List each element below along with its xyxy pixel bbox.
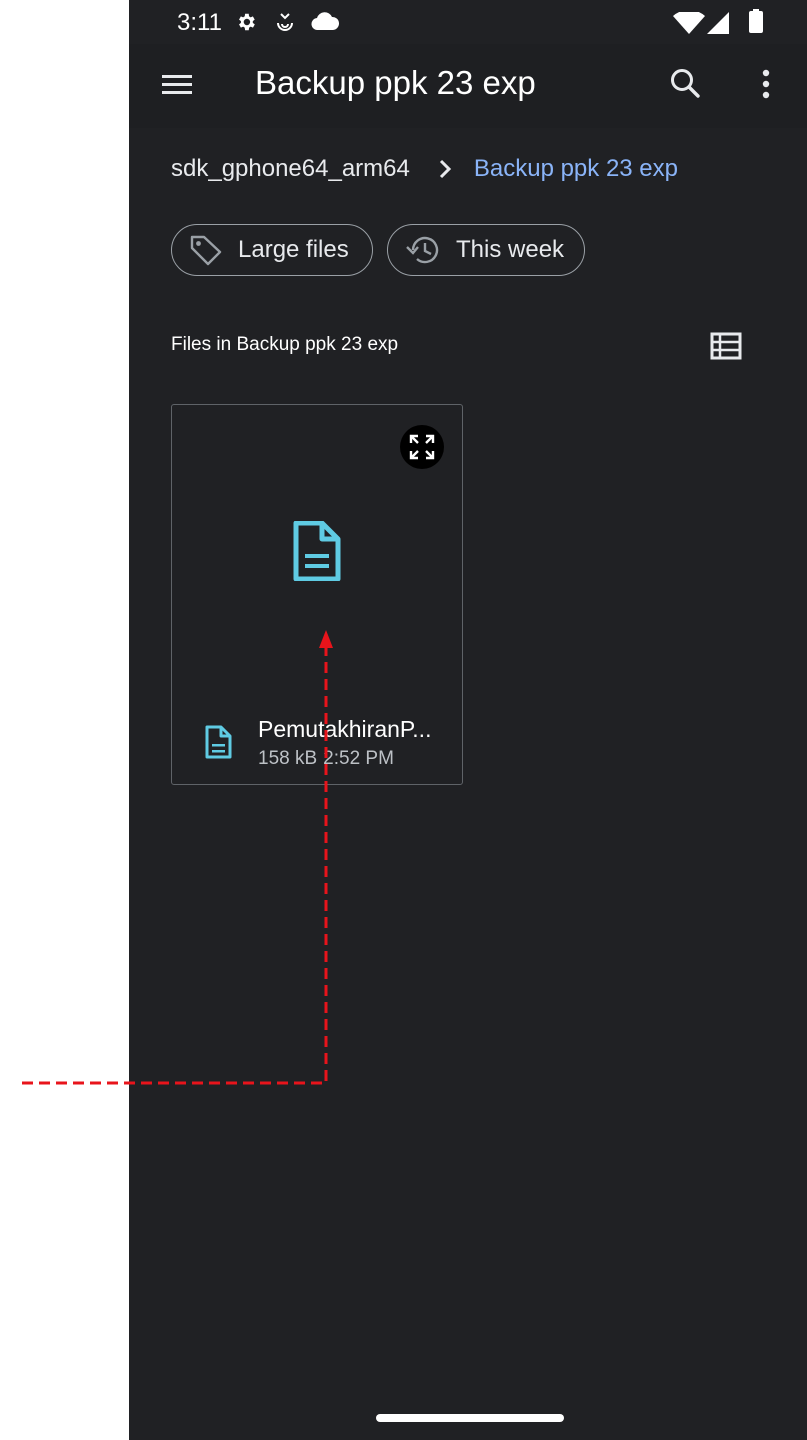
app-bar: Backup ppk 23 exp: [129, 44, 807, 128]
cellular-icon: [707, 12, 729, 34]
breadcrumb: sdk_gphone64_arm64 Backup ppk 23 exp: [171, 152, 678, 186]
battery-icon: [749, 9, 763, 33]
file-card[interactable]: PemutakhiranP... 158 kB 2:52 PM: [171, 404, 463, 785]
search-button[interactable]: [665, 64, 707, 106]
list-view-icon: [710, 332, 742, 360]
file-size: 158 kB: [258, 748, 318, 769]
breadcrumb-root[interactable]: sdk_gphone64_arm64: [171, 155, 410, 183]
document-icon: [205, 725, 232, 759]
file-name: PemutakhiranP...: [258, 716, 432, 742]
section-title: Files in Backup ppk 23 exp: [171, 334, 399, 355]
left-margin: [0, 0, 129, 1440]
status-bar: 3:11: [129, 0, 807, 44]
cloud-icon: [311, 12, 339, 30]
search-icon: [671, 69, 700, 98]
phone-screen: 3:11 Backup ppk 23 exp sdk_gphone64_arm6…: [129, 0, 807, 1440]
settings-icon: [239, 13, 255, 31]
cast-icon: [277, 13, 293, 31]
document-icon: [293, 521, 341, 581]
wifi-icon: [673, 12, 705, 34]
chip-large-files-label: Large files: [238, 236, 349, 263]
status-time: 3:11: [177, 9, 222, 36]
view-toggle-button[interactable]: [709, 330, 743, 362]
more-options-button[interactable]: [751, 64, 781, 106]
chip-this-week-label: This week: [456, 236, 565, 263]
tag-icon: [190, 235, 222, 266]
more-vert-icon: [762, 69, 770, 99]
app-title: Backup ppk 23 exp: [255, 64, 536, 101]
gesture-nav-handle[interactable]: [376, 1414, 564, 1422]
breadcrumb-current[interactable]: Backup ppk 23 exp: [474, 155, 678, 183]
file-time: 2:52 PM: [323, 748, 394, 769]
menu-button[interactable]: [159, 65, 199, 105]
chip-large-files[interactable]: Large files: [171, 224, 373, 276]
expand-preview-button[interactable]: [400, 425, 444, 469]
file-meta: 158 kB 2:52 PM: [258, 748, 394, 770]
chevron-right-icon: [438, 159, 452, 179]
chip-this-week[interactable]: This week: [387, 224, 585, 276]
menu-icon: [162, 75, 192, 94]
history-icon: [406, 236, 439, 264]
expand-icon: [409, 434, 435, 460]
